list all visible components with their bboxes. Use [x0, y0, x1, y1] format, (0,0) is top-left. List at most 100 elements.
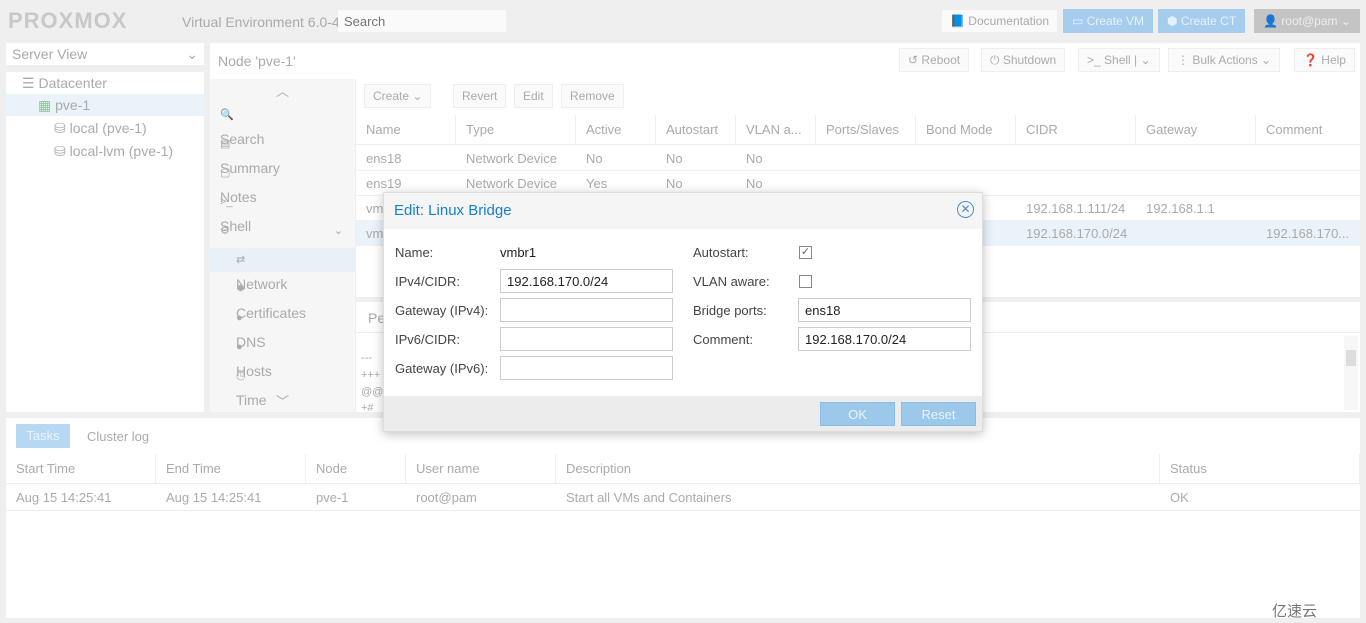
nav-item-notes[interactable]: ▢ Notes: [210, 161, 355, 205]
autostart-label: Autostart:: [693, 245, 749, 260]
help-button[interactable]: ❓ Help: [1294, 48, 1355, 72]
column-header[interactable]: Autostart: [656, 115, 736, 145]
revert-button[interactable]: Revert: [453, 84, 507, 108]
table-row[interactable]: Aug 15 14:25:41 Aug 15 14:25:41 pve-1 root@…: [6, 485, 1360, 511]
tasks-panel: Tasks Cluster log Start Time End Time Node…: [6, 418, 1360, 618]
datacenter-icon: ☰: [22, 75, 35, 91]
column-header[interactable]: Node: [306, 454, 406, 484]
nav-item-hosts[interactable]: ● Hosts: [210, 335, 355, 379]
name-label: Name:: [395, 245, 434, 260]
column-header[interactable]: Status: [1160, 454, 1360, 484]
autostart-checkbox[interactable]: ✓: [799, 246, 812, 259]
reset-button[interactable]: Reset: [901, 402, 976, 426]
help-label: Help: [1321, 53, 1346, 67]
node-title: Node 'pve-1': [218, 53, 296, 69]
column-header[interactable]: Type: [456, 115, 576, 145]
dialog-title: Edit: Linux Bridge: [394, 202, 512, 219]
column-header[interactable]: End Time: [156, 454, 306, 484]
server-view-select[interactable]: Server View ⌄: [6, 43, 204, 65]
shell-label: Shell: [1104, 53, 1131, 67]
version-label: Virtual Environment 6.0-4: [182, 14, 340, 30]
remove-button[interactable]: Remove: [561, 84, 624, 108]
tab-cluster-log[interactable]: Cluster log: [87, 429, 149, 444]
chevron-down-icon: ⌄: [186, 46, 198, 62]
reboot-button[interactable]: ↺ Reboot: [899, 48, 970, 72]
column-header[interactable]: VLAN a...: [736, 115, 816, 145]
scroll-down-icon[interactable]: ﹀: [276, 391, 289, 410]
gateway-ipv6-input[interactable]: [500, 356, 673, 380]
table-cell: root@pam: [416, 490, 477, 505]
documentation-button[interactable]: 📘 Documentation: [941, 9, 1058, 33]
nav-label: Time: [236, 392, 267, 408]
close-icon[interactable]: ✕: [957, 201, 974, 218]
scroll-up-icon[interactable]: ︿: [276, 81, 289, 100]
column-header[interactable]: Comment: [1256, 115, 1361, 145]
bulk-actions-button[interactable]: ⋮ Bulk Actions ⌄: [1168, 48, 1281, 72]
tree-label: local-lvm (pve-1): [69, 143, 174, 159]
gateway-ipv4-input[interactable]: [500, 298, 673, 322]
exchange-icon: ⇄: [236, 254, 246, 266]
table-cell: Aug 15 14:25:41: [166, 490, 262, 505]
edit-button[interactable]: Edit: [514, 84, 553, 108]
nav-item-time[interactable]: ◷ Time: [210, 364, 355, 408]
ipv4-cidr-input[interactable]: [500, 269, 673, 293]
certificate-icon: ✹: [236, 283, 246, 295]
column-header[interactable]: Start Time: [6, 454, 156, 484]
column-header[interactable]: Bond Mode: [916, 115, 1016, 145]
tab-tasks[interactable]: Tasks: [16, 424, 70, 448]
user-icon: 👤: [1263, 14, 1278, 28]
diff-line: @@: [361, 386, 384, 398]
nav-item-dns[interactable]: ● DNS: [210, 306, 355, 350]
ok-button[interactable]: OK: [820, 402, 895, 426]
scrollbar[interactable]: [1344, 336, 1358, 410]
shutdown-button[interactable]: ⏻ Shutdown: [981, 48, 1066, 72]
column-header[interactable]: Name: [356, 115, 456, 145]
create-vm-label: Create VM: [1086, 14, 1145, 28]
create-ct-button[interactable]: ⬢ Create CT: [1158, 9, 1246, 33]
column-header[interactable]: User name: [406, 454, 556, 484]
search-icon: 🔍: [220, 109, 234, 121]
tree-label: local (pve-1): [69, 120, 147, 136]
shell-button[interactable]: >_ Shell | ⌄: [1078, 48, 1160, 72]
chevron-down-icon: ⌄: [333, 225, 343, 237]
tree-item-pve-1[interactable]: ▦ pve-1: [6, 94, 204, 116]
column-header[interactable]: Gateway: [1136, 115, 1256, 145]
terminal-icon: >_: [220, 196, 233, 208]
tasks-grid: Start Time End Time Node User name Descripti…: [6, 454, 1360, 614]
vlan-aware-label: VLAN aware:: [693, 274, 770, 289]
column-header[interactable]: CIDR: [1016, 115, 1136, 145]
grid-header: Start Time End Time Node User name Descripti…: [6, 454, 1360, 484]
nav-item-shell[interactable]: >_ Shell: [210, 190, 355, 234]
bridge-ports-input[interactable]: [798, 298, 971, 322]
table-cell: No: [746, 151, 763, 166]
column-header[interactable]: Active: [576, 115, 656, 145]
nav-item-search[interactable]: 🔍 Search: [210, 103, 355, 147]
create-vm-button[interactable]: ▭ Create VM: [1063, 9, 1154, 33]
nav-item-system[interactable]: ⚙System⌄: [210, 219, 355, 263]
table-row[interactable]: ens18 Network Device No No No: [356, 146, 1360, 171]
table-cell: 192.168.170...: [1266, 226, 1350, 241]
diff-line: +#: [361, 402, 374, 414]
tree-item-local[interactable]: ⛁ local (pve-1): [6, 117, 147, 139]
clock-icon: ◷: [236, 370, 246, 382]
nav-item-certificates[interactable]: ✹ Certificates: [210, 277, 355, 321]
column-header[interactable]: Ports/Slaves: [816, 115, 916, 145]
create-button[interactable]: Create ⌄: [364, 84, 432, 108]
tree-item-datacenter[interactable]: ☰ Datacenter: [6, 72, 204, 94]
table-cell: OK: [1170, 490, 1189, 505]
reboot-label: Reboot: [921, 53, 961, 67]
nav-item-summary[interactable]: ▤ Summary: [210, 132, 355, 176]
comment-input[interactable]: [798, 327, 971, 351]
vlan-aware-checkbox[interactable]: [799, 275, 812, 288]
grid-header: Name Type Active Autostart VLAN a... Ports/Sl…: [356, 115, 1361, 145]
ipv6-cidr-input[interactable]: [500, 327, 673, 351]
search-input[interactable]: [338, 10, 506, 32]
ipv6-label: IPv6/CIDR:: [395, 332, 461, 347]
gateway-ipv6-label: Gateway (IPv6):: [395, 361, 489, 376]
column-header[interactable]: Description: [556, 454, 1160, 484]
server-online-icon: ▦: [38, 97, 52, 113]
user-menu[interactable]: 👤 root@pam ⌄: [1254, 9, 1360, 33]
ipv4-label: IPv4/CIDR:: [395, 274, 461, 289]
nav-item-network[interactable]: ⇄ Network: [210, 248, 355, 292]
tree-item-local-lvm[interactable]: ⛁ local-lvm (pve-1): [6, 140, 173, 162]
